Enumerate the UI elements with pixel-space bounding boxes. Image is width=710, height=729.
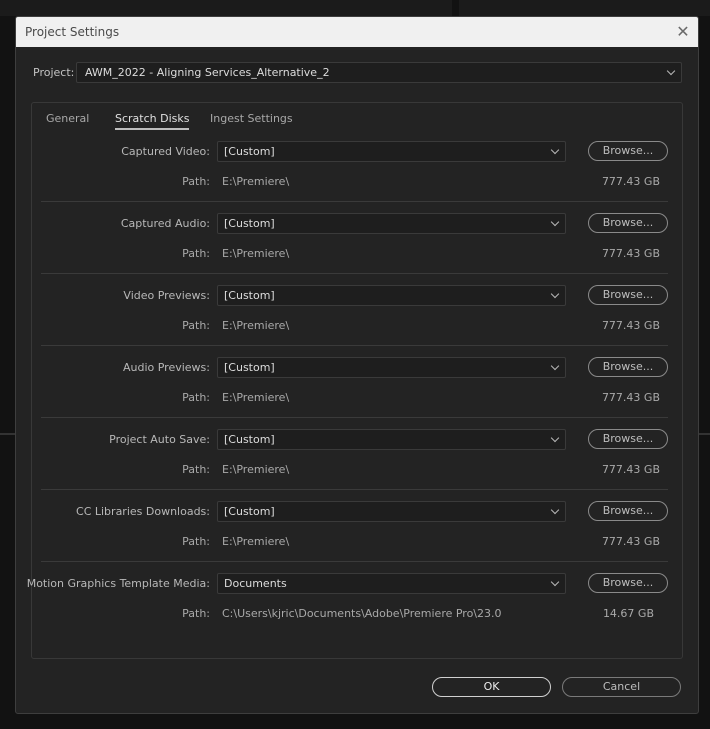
dropdown-value: [Custom] <box>224 361 275 374</box>
audio-previews-browse-button[interactable]: Browse... <box>588 357 668 377</box>
video-previews-size: 777.43 GB <box>601 319 660 332</box>
row-divider <box>41 417 668 418</box>
project-dropdown[interactable]: AWM_2022 - Aligning Services_Alternative… <box>76 62 682 83</box>
dropdown-value: Documents <box>224 577 287 590</box>
path-label: Path: <box>182 175 210 188</box>
dialog-title: Project Settings <box>25 25 120 39</box>
tab-general[interactable]: General <box>46 112 89 125</box>
dialog-titlebar: Project Settings ✕ <box>16 17 698 47</box>
row-divider <box>41 273 668 274</box>
path-label: Path: <box>182 607 210 620</box>
motion-graphics-template-media-browse-button[interactable]: Browse... <box>588 573 668 593</box>
cancel-button[interactable]: Cancel <box>562 677 681 697</box>
video-previews-path: E:\Premiere\ <box>222 319 290 332</box>
audio-previews-label: Audio Previews: <box>122 361 210 374</box>
dropdown-value: [Custom] <box>224 289 275 302</box>
row-divider <box>41 201 668 202</box>
row-divider <box>41 561 668 562</box>
captured-audio-path: E:\Premiere\ <box>222 247 290 260</box>
cc-libraries-downloads-browse-button[interactable]: Browse... <box>588 501 668 521</box>
settings-panel: General Scratch Disks Ingest Settings Ca… <box>27 102 683 659</box>
captured-video-path: E:\Premiere\ <box>222 175 290 188</box>
captured-audio-size: 777.43 GB <box>601 247 660 260</box>
project-auto-save-path: E:\Premiere\ <box>222 463 290 476</box>
background-panel-top-left <box>0 0 452 16</box>
chevron-down-icon <box>550 289 560 299</box>
captured-audio-label: Captured Audio: <box>120 217 210 230</box>
captured-video-dropdown[interactable]: [Custom] <box>217 141 566 162</box>
chevron-down-icon <box>550 217 560 227</box>
project-dropdown-value: AWM_2022 - Aligning Services_Alternative… <box>85 66 330 79</box>
chevron-down-icon <box>550 145 560 155</box>
motion-graphics-template-media-label: Motion Graphics Template Media: <box>26 577 210 590</box>
tab-scratch-disks[interactable]: Scratch Disks <box>115 112 190 130</box>
project-auto-save-size: 777.43 GB <box>601 463 660 476</box>
project-auto-save-label: Project Auto Save: <box>109 433 210 446</box>
cc-libraries-downloads-path: E:\Premiere\ <box>222 535 290 548</box>
cc-libraries-downloads-dropdown[interactable]: [Custom] <box>217 501 566 522</box>
audio-previews-dropdown[interactable]: [Custom] <box>217 357 566 378</box>
ok-button[interactable]: OK <box>432 677 551 697</box>
audio-previews-path: E:\Premiere\ <box>222 391 290 404</box>
row-divider <box>41 489 668 490</box>
tab-ingest-settings[interactable]: Ingest Settings <box>210 112 293 125</box>
path-label: Path: <box>182 463 210 476</box>
chevron-down-icon <box>666 66 676 76</box>
path-label: Path: <box>182 391 210 404</box>
row-divider <box>41 345 668 346</box>
close-icon[interactable]: ✕ <box>674 23 692 41</box>
chevron-down-icon <box>550 433 560 443</box>
background-divider <box>0 433 15 435</box>
chevron-down-icon <box>550 577 560 587</box>
dropdown-value: [Custom] <box>224 145 275 158</box>
dropdown-value: [Custom] <box>224 433 275 446</box>
captured-video-size: 777.43 GB <box>601 175 660 188</box>
dropdown-value: [Custom] <box>224 217 275 230</box>
chevron-down-icon <box>550 361 560 371</box>
captured-video-browse-button[interactable]: Browse... <box>588 141 668 161</box>
project-auto-save-browse-button[interactable]: Browse... <box>588 429 668 449</box>
captured-video-label: Captured Video: <box>121 145 210 158</box>
motion-graphics-template-media-size: 14.67 GB <box>602 607 654 620</box>
cc-libraries-downloads-label: CC Libraries Downloads: <box>76 505 210 518</box>
path-label: Path: <box>182 247 210 260</box>
project-settings-dialog: Project Settings ✕ Project: AWM_2022 - A… <box>15 16 699 714</box>
project-auto-save-dropdown[interactable]: [Custom] <box>217 429 566 450</box>
motion-graphics-template-media-dropdown[interactable]: Documents <box>217 573 566 594</box>
captured-audio-browse-button[interactable]: Browse... <box>588 213 668 233</box>
motion-graphics-template-media-path: C:\Users\kjric\Documents\Adobe\Premiere … <box>222 607 502 620</box>
path-label: Path: <box>182 535 210 548</box>
background-panel-top-right <box>459 0 710 16</box>
path-label: Path: <box>182 319 210 332</box>
cc-libraries-downloads-size: 777.43 GB <box>601 535 660 548</box>
video-previews-label: Video Previews: <box>123 289 210 302</box>
audio-previews-size: 777.43 GB <box>601 391 660 404</box>
dropdown-value: [Custom] <box>224 505 275 518</box>
video-previews-browse-button[interactable]: Browse... <box>588 285 668 305</box>
chevron-down-icon <box>550 505 560 515</box>
video-previews-dropdown[interactable]: [Custom] <box>217 285 566 306</box>
project-label: Project: <box>33 66 75 79</box>
captured-audio-dropdown[interactable]: [Custom] <box>217 213 566 234</box>
